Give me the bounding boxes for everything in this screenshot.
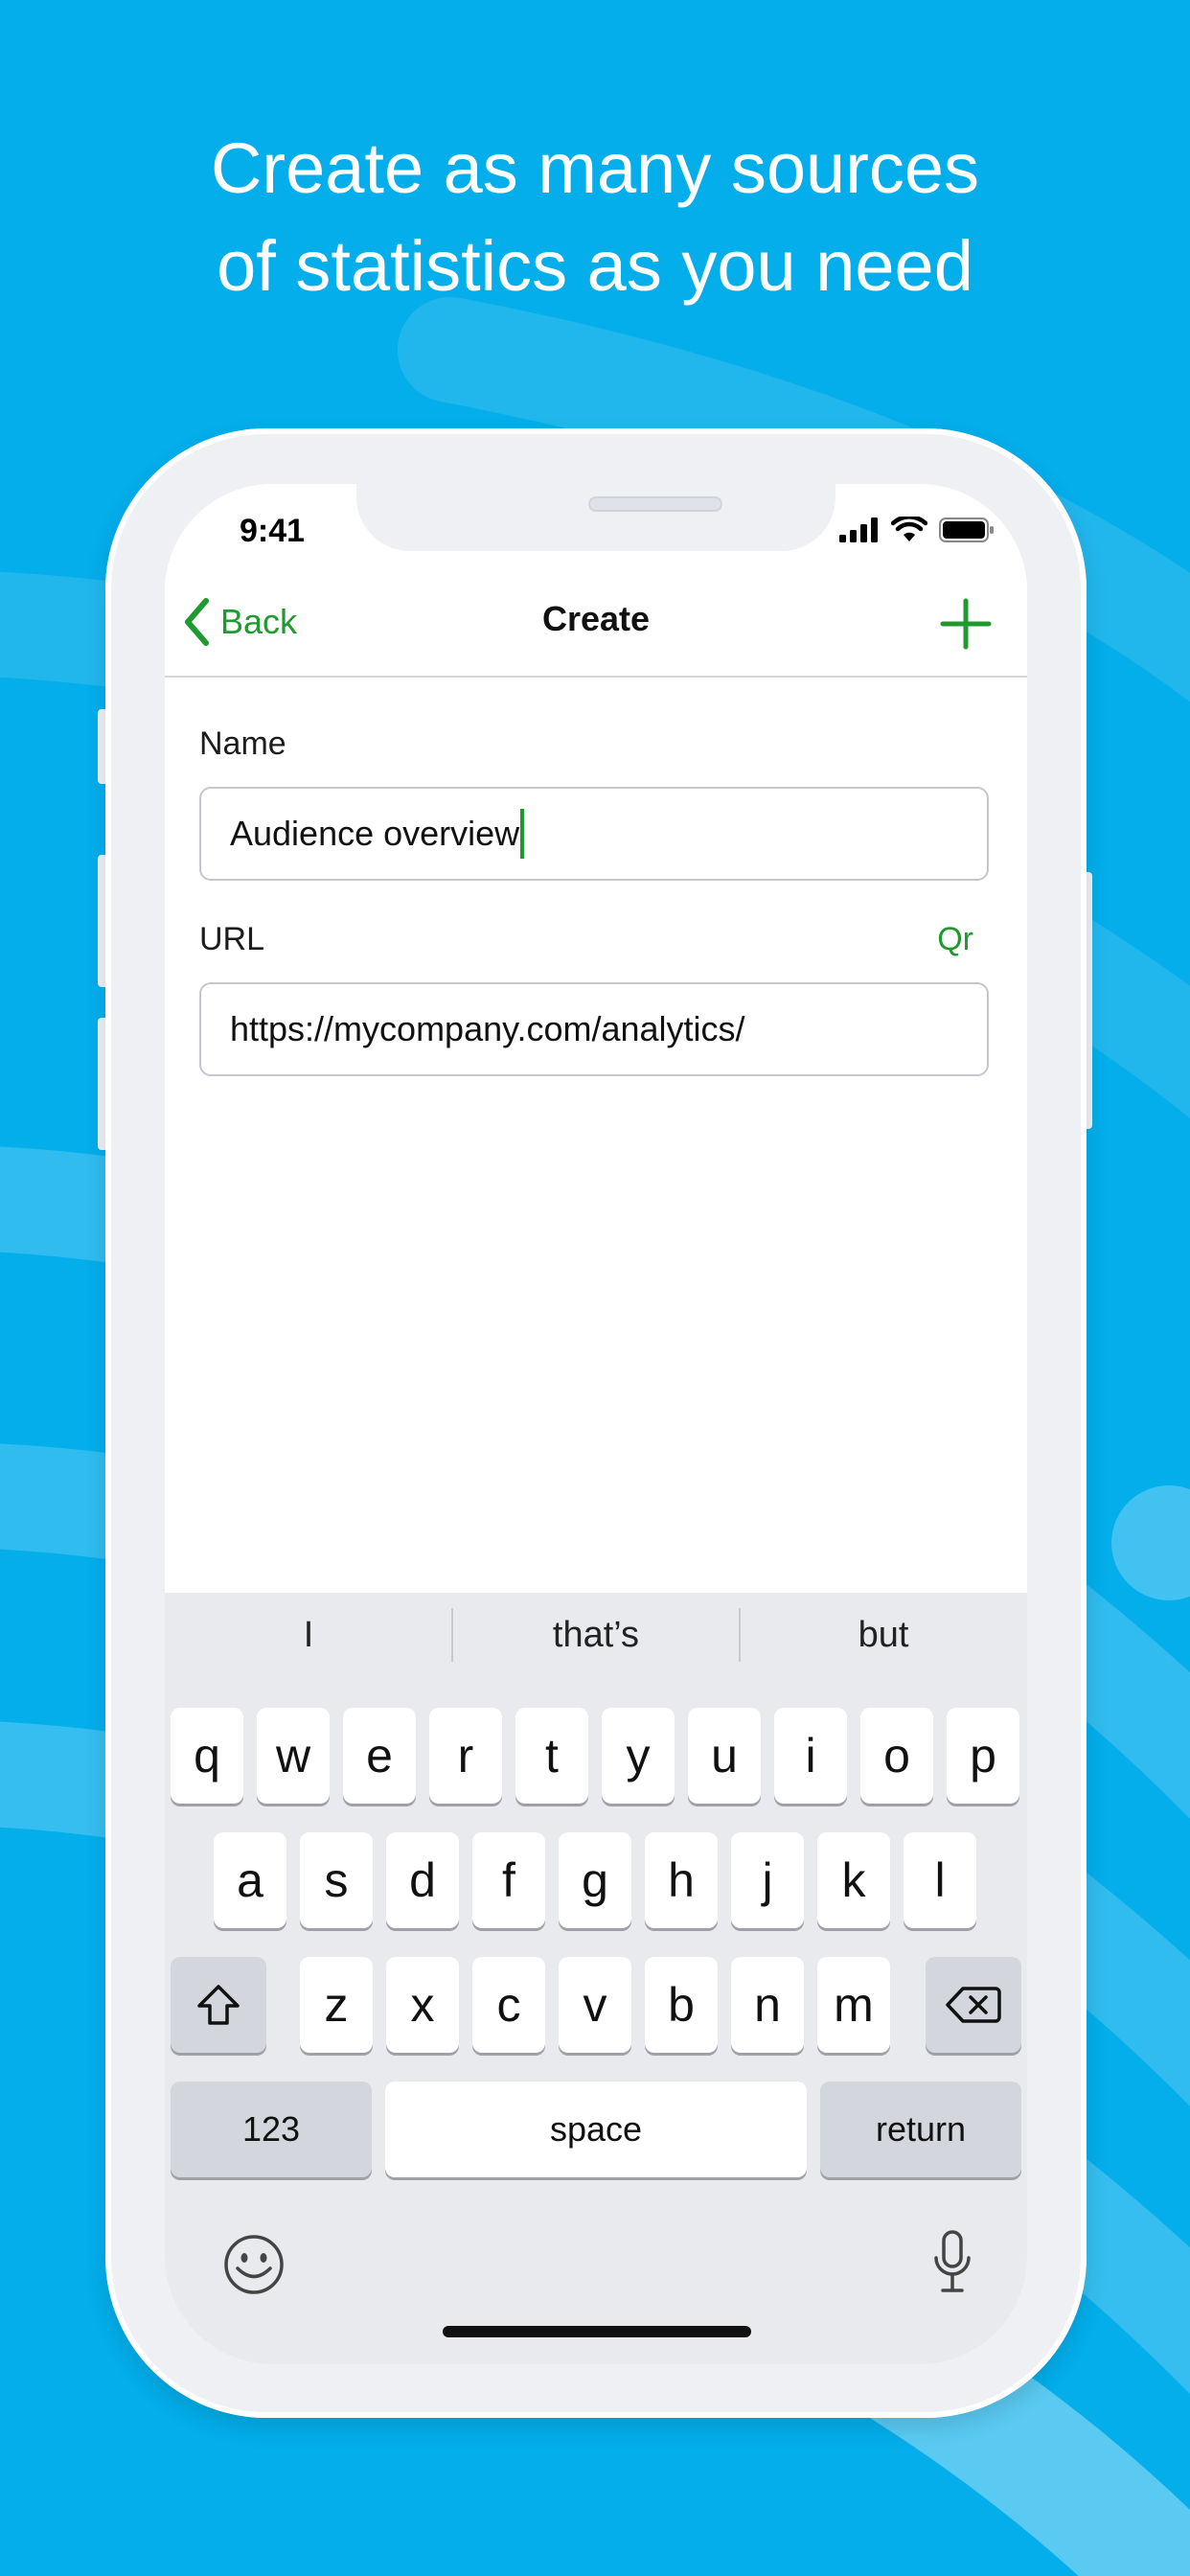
qr-button[interactable]: Qr [937, 921, 973, 958]
key-s[interactable]: s [300, 1832, 373, 1928]
name-input[interactable]: Audience overview [199, 787, 989, 881]
key-n[interactable]: n [731, 1957, 804, 2053]
text-cursor [520, 809, 525, 859]
shift-key[interactable] [171, 1957, 266, 2053]
suggestion-bar: I that’s but [165, 1593, 1027, 1677]
signal-icon [839, 518, 878, 542]
key-x[interactable]: x [386, 1957, 459, 2053]
key-k[interactable]: k [817, 1832, 890, 1928]
key-l[interactable]: l [904, 1832, 976, 1928]
microphone-icon[interactable] [931, 2229, 973, 2296]
key-m[interactable]: m [817, 1957, 890, 2053]
nav-title: Create [541, 599, 651, 638]
name-label: Name [199, 725, 286, 762]
headline: Create as many sources of statistics as … [0, 120, 1190, 315]
suggestion-2[interactable]: that’s [452, 1593, 740, 1677]
suggestion-1[interactable]: I [165, 1593, 452, 1677]
phone-frame: 9:41 Back Create Name Audience overview … [105, 428, 1087, 2418]
key-f[interactable]: f [472, 1832, 545, 1928]
key-v[interactable]: v [559, 1957, 631, 2053]
status-icons [839, 517, 995, 543]
headline-line-2: of statistics as you need [217, 226, 973, 306]
battery-icon [939, 518, 994, 542]
key-c[interactable]: c [472, 1957, 545, 2053]
key-g[interactable]: g [559, 1832, 631, 1928]
delete-key[interactable] [926, 1957, 1021, 2053]
headline-line-1: Create as many sources [210, 128, 979, 208]
key-z[interactable]: z [300, 1957, 373, 2053]
key-j[interactable]: j [731, 1832, 804, 1928]
key-u[interactable]: u [688, 1708, 761, 1804]
phone-speaker [588, 496, 722, 512]
key-b[interactable]: b [645, 1957, 718, 2053]
suggestion-3[interactable]: but [740, 1593, 1027, 1677]
phone-notch [356, 484, 835, 551]
url-label: URL [199, 921, 265, 957]
key-e[interactable]: e [343, 1708, 416, 1804]
key-t[interactable]: t [515, 1708, 588, 1804]
key-o[interactable]: o [860, 1708, 933, 1804]
key-q[interactable]: q [171, 1708, 243, 1804]
wifi-icon [891, 517, 927, 541]
url-input[interactable]: https://mycompany.com/analytics/ [199, 982, 989, 1076]
key-y[interactable]: y [602, 1708, 675, 1804]
return-key[interactable]: return [820, 2082, 1021, 2177]
key-r[interactable]: r [429, 1708, 502, 1804]
key-h[interactable]: h [645, 1832, 718, 1928]
key-w[interactable]: w [257, 1708, 330, 1804]
space-key[interactable]: space [385, 2082, 807, 2177]
status-time: 9:41 [240, 513, 306, 549]
plus-icon[interactable] [939, 597, 993, 651]
keyboard: I that’s but q w e r t y u i o p a s d f… [165, 1593, 1027, 2364]
key-p[interactable]: p [947, 1708, 1019, 1804]
numbers-key[interactable]: 123 [171, 2082, 372, 2177]
key-d[interactable]: d [386, 1832, 459, 1928]
name-input-value: Audience overview [230, 814, 520, 853]
phone-screen: 9:41 Back Create Name Audience overview … [165, 484, 1027, 2364]
key-a[interactable]: a [214, 1832, 286, 1928]
delete-icon [946, 1987, 1001, 2023]
navigation-bar: Back Create [165, 570, 1027, 678]
shift-icon [197, 1985, 240, 2025]
home-indicator[interactable] [443, 2326, 751, 2337]
url-input-value: https://mycompany.com/analytics/ [230, 1009, 745, 1048]
emoji-icon[interactable] [222, 2233, 286, 2296]
key-i[interactable]: i [774, 1708, 847, 1804]
